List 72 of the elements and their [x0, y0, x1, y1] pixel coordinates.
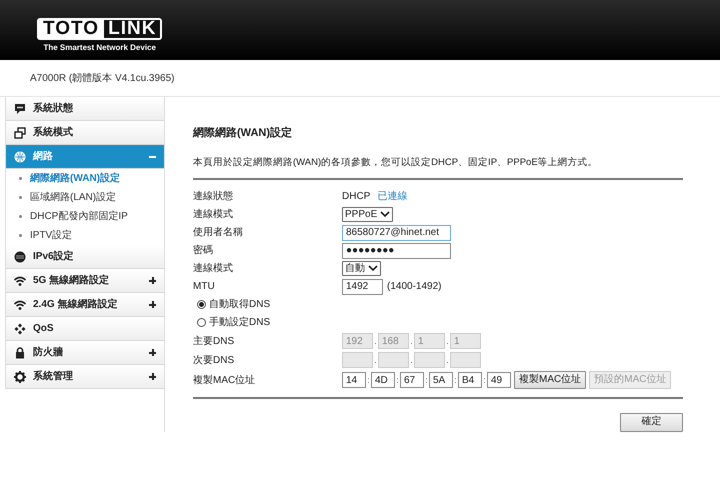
range-hint: (1400-1492) — [387, 280, 442, 294]
sidebar-item[interactable]: QoS — [5, 317, 164, 341]
wifi-icon — [14, 274, 26, 286]
separator: . — [373, 354, 378, 366]
radio-label: 手動設定DNS — [209, 316, 270, 330]
submenu-item[interactable]: 網際網路(WAN)設定 — [30, 171, 120, 186]
page-title: 網際網路(WAN)設定 — [193, 126, 293, 141]
field-label: 連線狀態 — [193, 190, 234, 204]
separator: . — [445, 354, 450, 366]
input-field[interactable]: 14 — [342, 372, 366, 388]
dropdown[interactable]: 自動 — [342, 261, 381, 276]
separator: . — [409, 354, 414, 366]
bullet-icon — [19, 215, 22, 218]
sidebar-item[interactable]: 系統管理 — [5, 365, 164, 389]
wifi-icon — [14, 298, 26, 310]
submenu-item[interactable]: 區域網路(LAN)設定 — [30, 190, 116, 205]
separator: . — [445, 334, 450, 348]
radio-button[interactable] — [197, 318, 206, 328]
caret-icon — [380, 211, 390, 218]
input-field[interactable]: 49 — [487, 372, 511, 388]
submenu-item[interactable]: IPTV設定 — [30, 228, 72, 243]
bullet-icon — [19, 177, 22, 180]
field-label: 連線模式 — [193, 262, 234, 276]
submenu-item[interactable]: DHCP配發內部固定IP — [30, 209, 128, 224]
logo-text: LINK — [104, 20, 160, 38]
lock-icon — [14, 346, 26, 358]
separator: . — [409, 334, 414, 348]
field-label: 連線模式 — [193, 208, 234, 222]
field-label: 使用者名稱 — [193, 226, 244, 240]
field-label: 密碼 — [193, 244, 214, 258]
tagline: The Smartest Network Device — [43, 42, 156, 54]
sidebar-item[interactable]: 系統狀態 — [5, 97, 164, 121]
sidebar-item[interactable]: IPv6設定 — [5, 245, 164, 269]
sidebar-item[interactable]: 網路 — [5, 145, 164, 169]
sidebar-item[interactable]: 系統模式 — [5, 121, 164, 145]
sidebar-item[interactable]: 防火牆 — [5, 341, 164, 365]
separator: : — [395, 374, 400, 386]
input-field[interactable]: B4 — [458, 372, 482, 388]
description: 本頁用於設定網際網路(WAN)的各項參數，您可以設定DHCP、固定IP、PPPoE等上網方式。 — [193, 156, 599, 170]
input-field[interactable]: 86580727@hinet.net — [342, 224, 451, 241]
field-label: 次要DNS — [193, 354, 236, 368]
settings-icon — [14, 370, 26, 382]
separator: : — [366, 374, 371, 386]
field-label: MTU — [193, 280, 216, 294]
logo-text: TOTO — [43, 19, 100, 39]
field-label: 複製MAC位址 — [193, 374, 256, 388]
separator: . — [373, 334, 378, 348]
separator: : — [424, 374, 429, 386]
diamonds-icon — [14, 322, 26, 334]
input-field[interactable]: 4D — [371, 372, 395, 388]
separator: : — [482, 374, 487, 386]
copy-mac-button[interactable]: 複製MAC位址 — [514, 371, 586, 390]
dropdown[interactable]: PPPoE — [342, 207, 394, 222]
bullet-icon — [19, 234, 22, 237]
separator: : — [453, 374, 458, 386]
radio-button[interactable] — [197, 300, 206, 310]
sidebar-item[interactable]: 5G 無線網路設定 — [5, 269, 164, 293]
windows-icon — [14, 126, 26, 138]
input-field[interactable]: ●●●●●●●● — [342, 242, 451, 259]
sidebar-item[interactable]: 2.4G 無線網路設定 — [5, 293, 164, 317]
caret-icon — [368, 265, 378, 272]
input-field[interactable]: 67 — [400, 372, 424, 388]
input-field[interactable]: 5A — [429, 372, 453, 388]
status-text: 已連線 — [377, 190, 408, 204]
field-label: 主要DNS — [193, 334, 236, 349]
chat-icon — [14, 102, 26, 114]
radio-label: 自動取得DNS — [209, 298, 270, 312]
bullet-icon — [19, 196, 22, 199]
confirm-button[interactable]: 確定 — [620, 412, 683, 432]
model-version: A7000R (韌體版本 V4.1cu.3965) — [30, 72, 175, 86]
input-field[interactable]: 1492 — [342, 278, 383, 295]
status-value: DHCP — [342, 190, 370, 204]
